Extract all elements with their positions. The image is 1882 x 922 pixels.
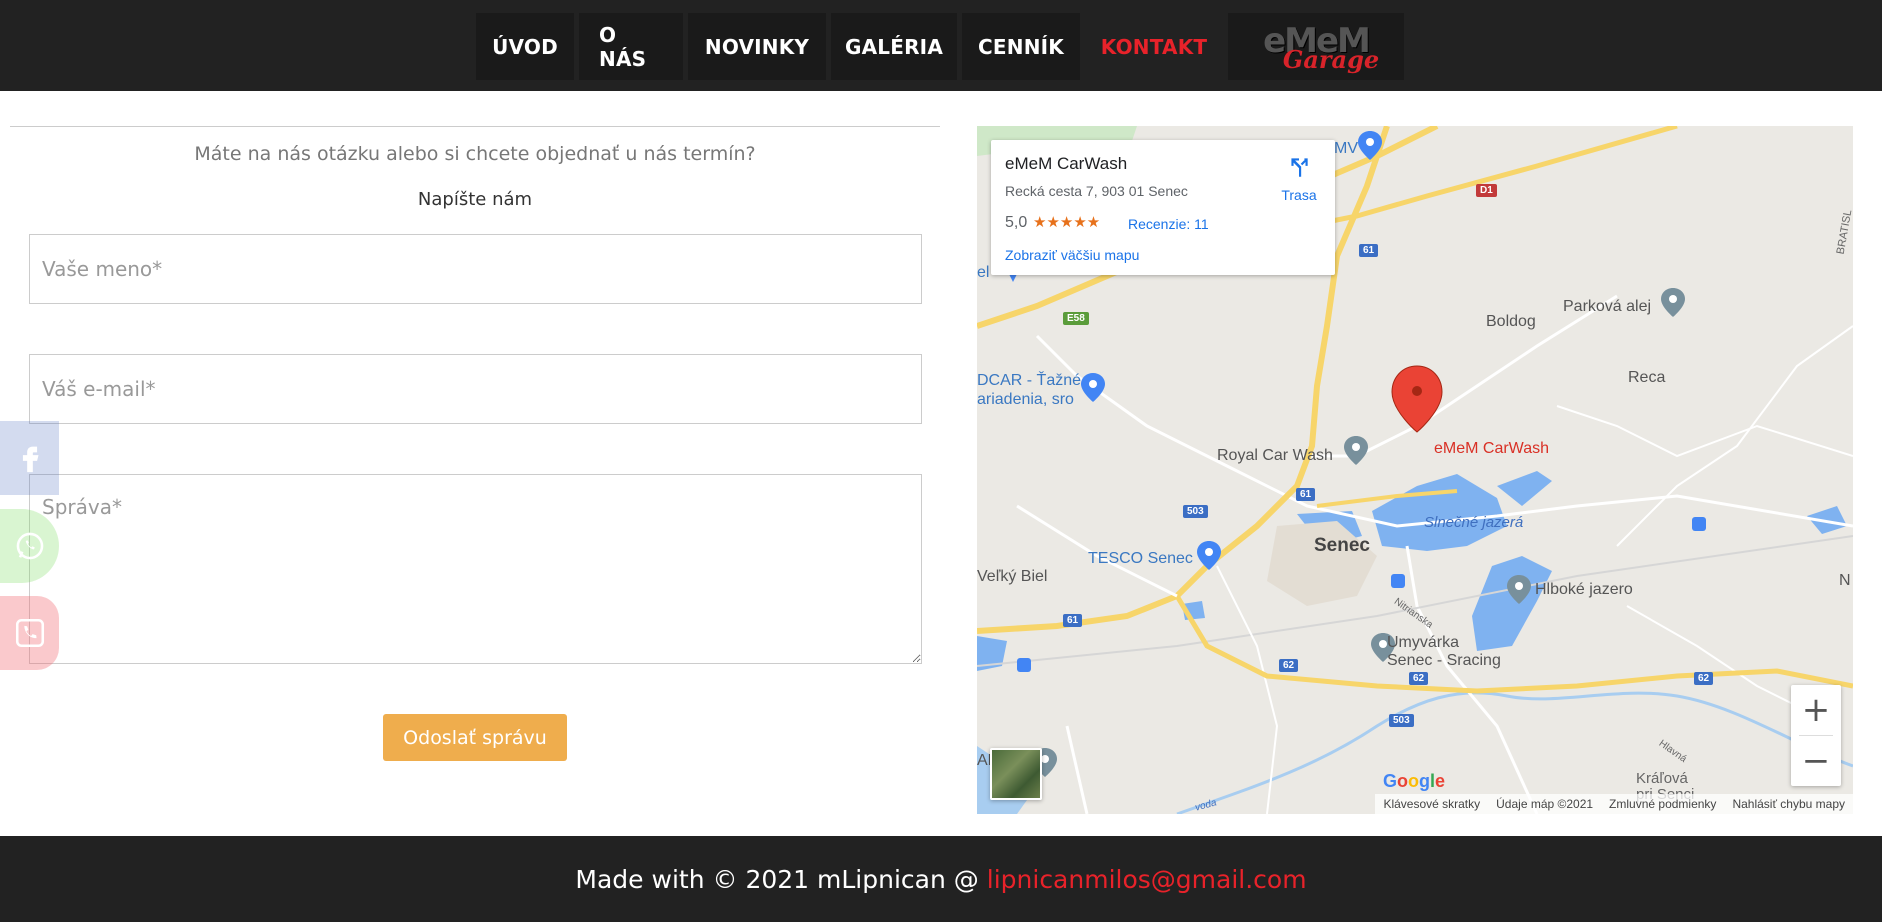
main-nav: ÚVOD O NÁS NOVINKY GALÉRIA CENNÍK KONTAK… bbox=[476, 13, 1404, 80]
road-shield-d1: D1 bbox=[1476, 184, 1497, 197]
email-field[interactable] bbox=[29, 354, 922, 424]
keyboard-shortcuts-link[interactable]: Klávesové skratky bbox=[1375, 797, 1488, 811]
nav-item-novinky[interactable]: NOVINKY bbox=[688, 13, 826, 80]
google-map[interactable]: eMeM CarWash Royal Car Wash TESCO Senec … bbox=[977, 126, 1853, 814]
map-label-n: N bbox=[1839, 572, 1851, 589]
contact-heading: Napíšte nám bbox=[417, 189, 533, 210]
satellite-toggle[interactable] bbox=[990, 748, 1042, 800]
larger-map-link[interactable]: Zobraziť väčšiu mapu bbox=[1005, 247, 1139, 263]
google-logo: Google bbox=[1383, 771, 1445, 792]
place-name: eMeM CarWash bbox=[1005, 154, 1128, 173]
place-address: Recká cesta 7, 903 01 Senec bbox=[1005, 183, 1188, 199]
nav-item-cennik[interactable]: CENNÍK bbox=[962, 13, 1080, 80]
map-label-tesco[interactable]: TESCO Senec bbox=[1088, 550, 1193, 568]
map-label-slnecne: Slnečné jazerá bbox=[1424, 514, 1524, 531]
map-label-hlboke[interactable]: Hlboké jazero bbox=[1535, 581, 1633, 599]
form-divider bbox=[10, 126, 940, 127]
map-attribution: Klávesové skratky Údaje máp ©2021 Zmluvn… bbox=[1375, 794, 1853, 814]
road-shield-503-a: 503 bbox=[1183, 505, 1208, 518]
google-letter: o bbox=[1397, 771, 1409, 791]
nav-item-kontakt[interactable]: KONTAKT bbox=[1085, 13, 1223, 80]
name-field[interactable] bbox=[29, 234, 922, 304]
place-rating: 5,0 bbox=[1005, 214, 1028, 231]
zoom-out-button[interactable]: − bbox=[1791, 736, 1841, 786]
garage-logo[interactable]: eMeM Garage bbox=[1228, 13, 1404, 80]
phone-button[interactable] bbox=[0, 596, 59, 670]
map-label-kralova-1: Kráľová bbox=[1636, 770, 1688, 787]
map-label-docar-2[interactable]: ariadenia, sro bbox=[977, 391, 1074, 409]
map-data-text: Údaje máp ©2021 bbox=[1496, 797, 1594, 811]
map-label-el: el bbox=[977, 264, 990, 281]
road-shield-61-b: 61 bbox=[1296, 488, 1316, 501]
message-field[interactable] bbox=[29, 474, 922, 664]
map-label-emem[interactable]: eMeM CarWash bbox=[1434, 440, 1549, 458]
map-label-parkova[interactable]: Parková alej bbox=[1563, 298, 1651, 316]
facebook-button[interactable] bbox=[0, 421, 59, 495]
directions-label: Trasa bbox=[1281, 187, 1317, 203]
road-shield-503-b: 503 bbox=[1389, 714, 1414, 727]
map-label-boldog: Boldog bbox=[1486, 313, 1536, 330]
directions-icon bbox=[1291, 158, 1308, 177]
map-label-umyvarka-1[interactable]: Umyvárka bbox=[1387, 634, 1459, 652]
road-shield-62-c: 62 bbox=[1694, 672, 1714, 685]
map-label-royal[interactable]: Royal Car Wash bbox=[1217, 447, 1333, 465]
nav-item-o-nas[interactable]: O NÁS bbox=[579, 13, 683, 80]
footer-credit: Made with © 2021 mLipnican @ bbox=[575, 864, 979, 894]
google-letter: e bbox=[1435, 771, 1446, 791]
footer-email-link[interactable]: lipnicanmilos@gmail.com bbox=[987, 865, 1307, 894]
map-label-umyvarka-2[interactable]: Senec - Sracing bbox=[1387, 652, 1501, 670]
zoom-controls: + − bbox=[1791, 685, 1841, 786]
nav-item-galeria[interactable]: GALÉRIA bbox=[831, 13, 957, 80]
whatsapp-icon bbox=[16, 532, 43, 560]
road-shield-61-a: 61 bbox=[1359, 244, 1379, 257]
zoom-in-button[interactable]: + bbox=[1791, 685, 1841, 735]
report-error-link[interactable]: Nahlásiť chybu mapy bbox=[1724, 797, 1853, 811]
nav-item-uvod[interactable]: ÚVOD bbox=[476, 13, 574, 80]
map-label-docar-1[interactable]: DCAR - Ťažné bbox=[977, 372, 1081, 390]
facebook-icon bbox=[22, 446, 38, 473]
road-shield-62-b: 62 bbox=[1409, 672, 1429, 685]
road-shield-e58: E58 bbox=[1063, 312, 1089, 325]
contact-question: Máte na nás otázku alebo si chcete objed… bbox=[194, 143, 756, 165]
map-label-senec: Senec bbox=[1314, 535, 1370, 556]
terms-link[interactable]: Zmluvné podmienky bbox=[1601, 797, 1724, 811]
footer: Made with © 2021 mLipnican @ lipnicanmil… bbox=[0, 836, 1882, 922]
map-label-mv: MV bbox=[1334, 140, 1358, 157]
top-navbar: ÚVOD O NÁS NOVINKY GALÉRIA CENNÍK KONTAK… bbox=[0, 0, 1882, 91]
send-message-button[interactable]: Odoslať správu bbox=[383, 714, 567, 761]
directions-button[interactable]: Trasa bbox=[1274, 154, 1324, 203]
google-letter: g bbox=[1419, 771, 1431, 791]
logo-text-garage: Garage bbox=[1282, 44, 1380, 74]
map-label-reca: Reca bbox=[1628, 369, 1666, 386]
road-shield-62-a: 62 bbox=[1279, 659, 1299, 672]
place-info-card: eMeM CarWash Recká cesta 7, 903 01 Senec… bbox=[991, 140, 1335, 275]
google-letter: o bbox=[1408, 771, 1420, 791]
rating-stars-icon: ★★★★★ bbox=[1033, 214, 1101, 231]
reviews-link[interactable]: Recenzie: 11 bbox=[1128, 216, 1209, 232]
road-shield-61-c: 61 bbox=[1063, 614, 1083, 627]
google-letter: G bbox=[1383, 771, 1398, 791]
map-label-velky-biel: Veľký Biel bbox=[977, 568, 1048, 585]
phone-icon bbox=[15, 618, 44, 648]
